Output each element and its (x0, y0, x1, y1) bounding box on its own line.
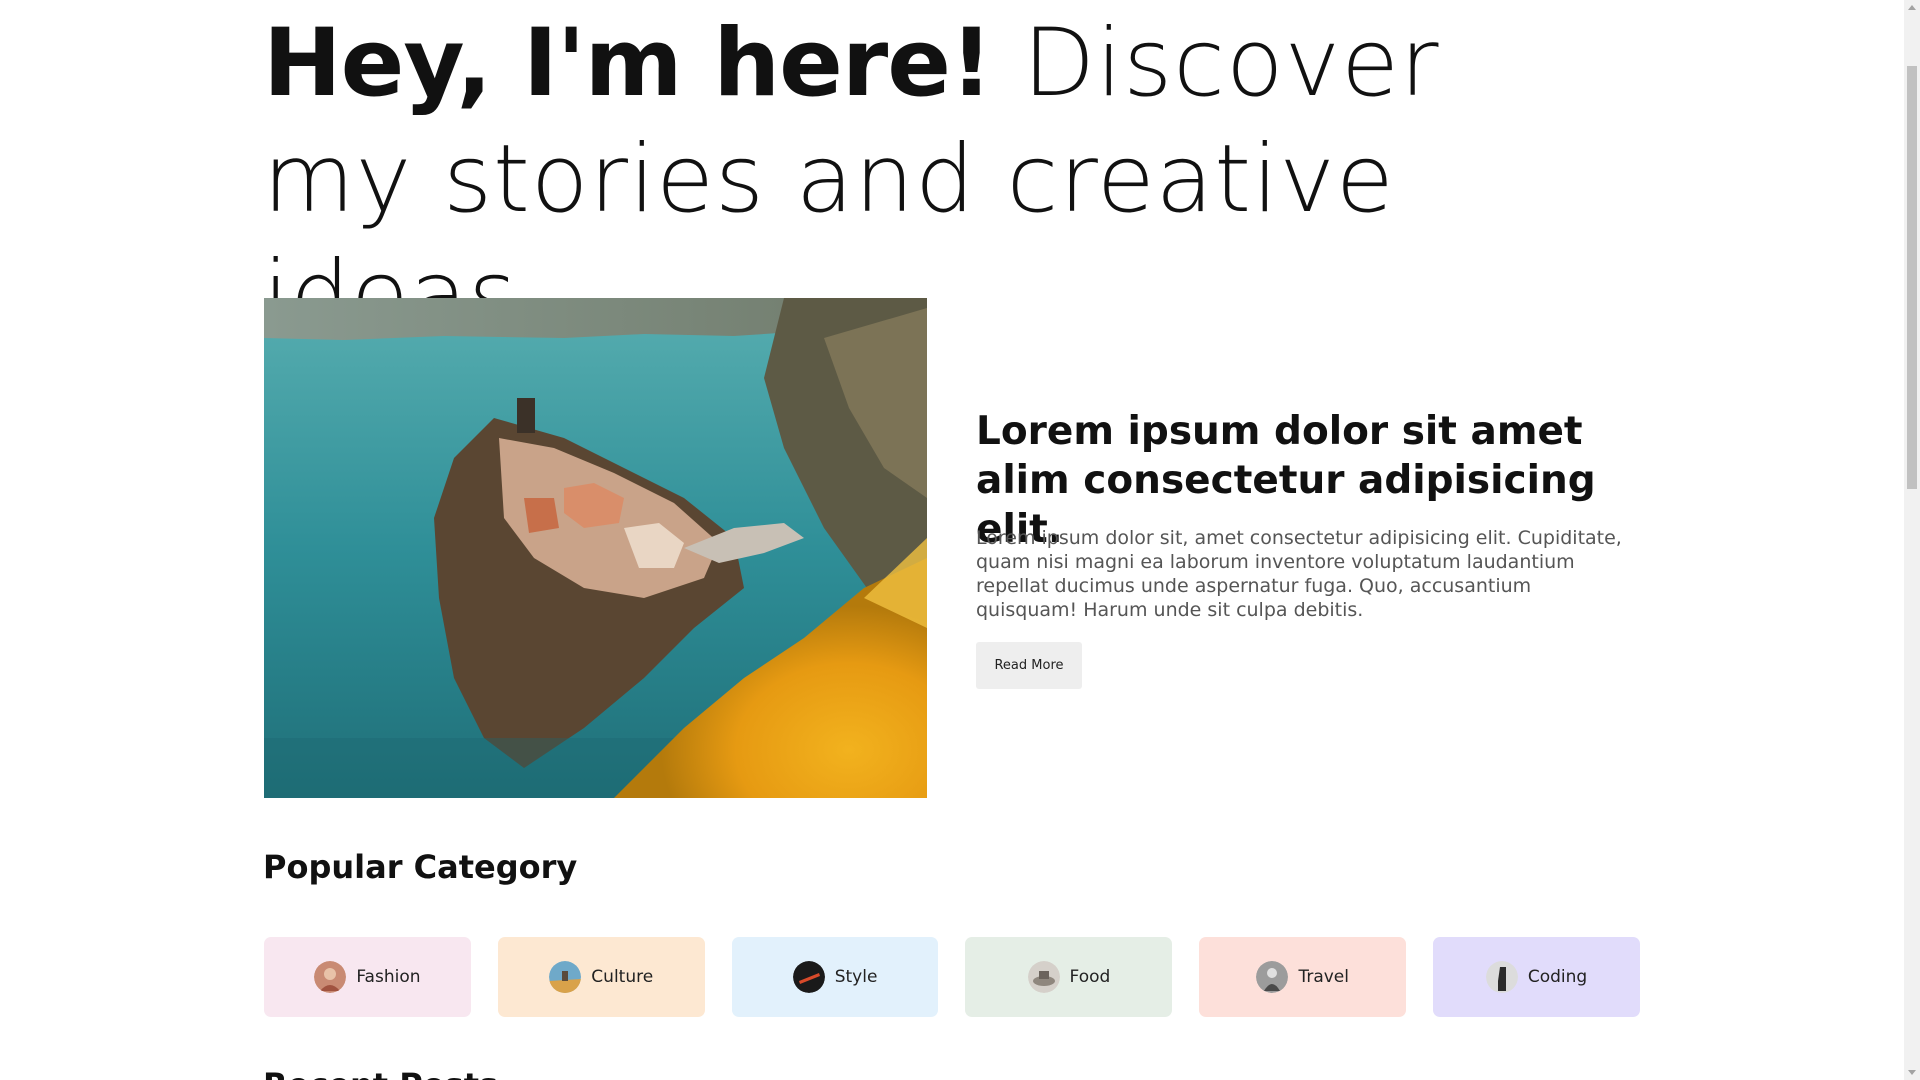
category-label: Travel (1298, 967, 1349, 987)
coding-thumbnail-icon (1485, 961, 1518, 993)
culture-thumbnail-icon (549, 961, 582, 993)
featured-post-image[interactable] (264, 298, 927, 798)
category-label: Style (834, 967, 878, 987)
scroll-down-arrow-icon[interactable] (1908, 1070, 1916, 1075)
featured-post-excerpt: Lorem ipsum dolor sit, amet consectetur … (976, 527, 1622, 621)
category-card-style[interactable]: Style (731, 937, 939, 1017)
travel-thumbnail-icon (1256, 961, 1289, 993)
category-label: Fashion (356, 967, 421, 987)
category-card-coding[interactable]: Coding (1433, 937, 1640, 1017)
page-scrollbar[interactable] (1904, 0, 1920, 1080)
category-card-culture[interactable]: Culture (497, 937, 705, 1017)
category-list: Fashion Culture Style Food Travel Coding (264, 937, 1640, 1017)
scrollbar-thumb[interactable] (1907, 66, 1917, 489)
food-thumbnail-icon (1027, 961, 1060, 993)
popular-category-heading: Popular Category (263, 848, 578, 886)
read-more-button[interactable]: Read More (976, 642, 1082, 689)
blog-home-page: Hey, I'm here! Discover my stories and c… (0, 0, 1904, 1080)
coastal-village-image (264, 298, 927, 798)
category-label: Culture (591, 967, 654, 987)
style-thumbnail-icon (792, 961, 825, 993)
recent-posts-heading: Recent Posts (263, 1063, 498, 1080)
category-label: Food (1069, 967, 1111, 987)
hero-title-bold: Hey, I'm here! (263, 9, 993, 118)
category-card-travel[interactable]: Travel (1199, 937, 1407, 1017)
category-card-fashion[interactable]: Fashion (264, 937, 471, 1017)
fashion-thumbnail-icon (314, 961, 347, 993)
category-card-food[interactable]: Food (965, 937, 1173, 1017)
category-label: Coding (1527, 967, 1588, 987)
scroll-up-arrow-icon[interactable] (1908, 5, 1916, 10)
